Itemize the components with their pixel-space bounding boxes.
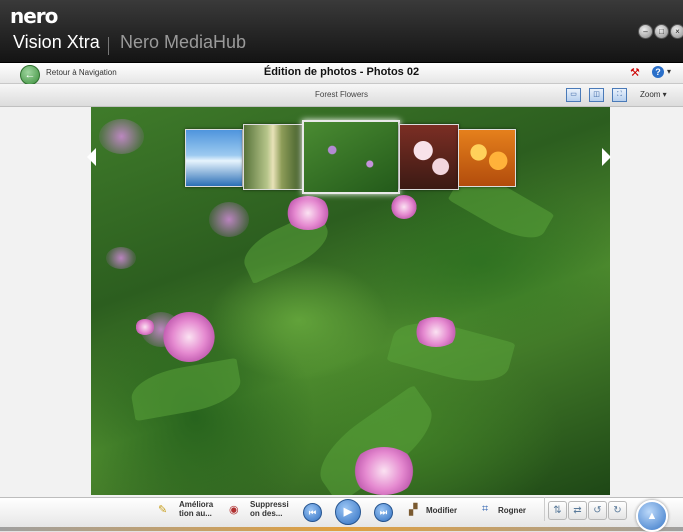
flip-horizontal-icon[interactable]: ⇄ [568,501,587,520]
previous-button[interactable]: ⏮ [303,503,322,522]
close-icon[interactable]: × [670,24,683,39]
play-button[interactable]: ▶ [335,499,361,525]
title-bar: nero Vision Xtra Nero MediaHub – □ × [0,0,683,63]
flip-vertical-icon[interactable]: ⇅ [548,501,567,520]
thumbnail-forest-path[interactable] [243,124,303,190]
next-photo-arrow-icon[interactable] [602,148,611,166]
red-eye-label-line1: Suppressi [250,500,289,509]
hub-name: Nero MediaHub [120,32,247,52]
split-view-icon[interactable]: ◫ [589,88,604,102]
crop-button[interactable]: Rogner [498,506,526,515]
edit-button[interactable]: Modifier [426,506,457,515]
red-eye-label-line2: on des... [250,509,283,518]
title-separator [108,37,109,55]
page-title: Édition de photos - Photos 02 [263,66,420,78]
edit-icon[interactable]: ▞ [409,503,417,516]
thumbnail-iceberg[interactable] [185,129,243,187]
thumbnail-forest-flowers[interactable] [302,120,400,194]
zoom-dropdown[interactable]: Zoom ▾ [640,90,667,99]
auto-enhance-label-line1: Améliora [179,500,214,509]
expand-panel-icon[interactable]: ▲ [636,500,668,532]
help-dropdown-icon[interactable]: ▾ [667,67,671,76]
tools-icon[interactable]: ⚒ [630,66,640,79]
single-view-icon[interactable]: ▭ [566,88,581,102]
red-eye-icon[interactable]: ◉ [229,503,239,516]
fullscreen-icon[interactable]: ⛶ [612,88,627,102]
maximize-icon[interactable]: □ [654,24,669,39]
red-eye-removal-button[interactable]: Suppressi on des... [250,500,289,518]
nero-logo: nero [10,4,58,28]
magic-wand-icon[interactable]: ✎ [158,503,167,516]
thumbnail-white-flowers[interactable] [399,124,459,190]
crop-icon[interactable]: ⌗ [482,503,488,516]
bottom-accent-bar [0,527,683,531]
rotate-left-icon[interactable]: ↺ [588,501,607,520]
auto-enhance-label-line2: tion au... [179,509,212,518]
previous-photo-arrow-icon[interactable] [87,148,96,166]
navigation-bar: ← Retour à Navigation Édition de photos … [0,63,683,85]
next-button[interactable]: ⏭ [374,503,393,522]
minimize-icon[interactable]: – [638,24,653,39]
thumbnail-orange-flowers[interactable] [458,129,516,187]
view-toolbar: Forest Flowers ▭ ◫ ⛶ Zoom ▾ [0,84,683,107]
rotate-right-icon[interactable]: ↻ [608,501,627,520]
product-name: Vision Xtra [13,32,100,52]
auto-enhance-button[interactable]: Améliora tion au... [179,500,213,518]
help-icon[interactable]: ? [652,66,664,78]
